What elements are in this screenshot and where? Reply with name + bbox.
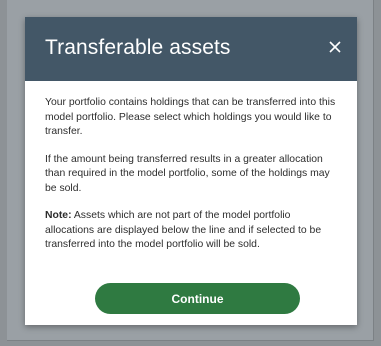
note-paragraph: Note: Assets which are not part of the m… <box>45 209 341 253</box>
note-label: Note: <box>45 210 72 221</box>
allocation-paragraph: If the amount being transferred results … <box>45 153 330 194</box>
close-icon <box>329 41 341 53</box>
continue-button[interactable]: Continue <box>95 283 300 314</box>
close-button[interactable] <box>323 35 347 59</box>
intro-paragraph: Your portfolio contains holdings that ca… <box>45 97 336 137</box>
dialog-body: Your portfolio contains holdings that ca… <box>45 96 341 266</box>
dialog-header: Transferable assets <box>25 17 357 81</box>
note-text: Assets which are not part of the model p… <box>45 210 322 250</box>
transferable-assets-dialog: Transferable assets Your portfolio conta… <box>25 17 357 325</box>
dialog-title: Transferable assets <box>45 36 231 59</box>
